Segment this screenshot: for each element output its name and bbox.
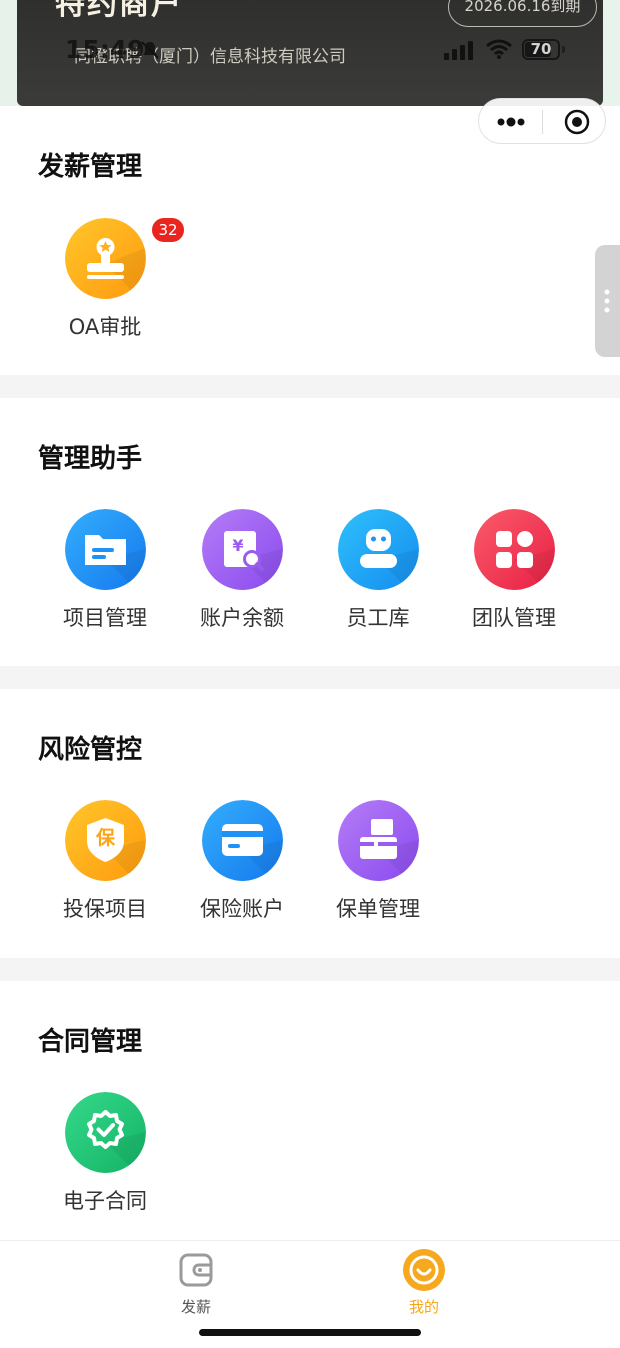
section-assistant: 管理助手 项目管理 ¥ 账户余额 员工库 团队管理 bbox=[0, 398, 620, 666]
svg-text:¥: ¥ bbox=[232, 536, 243, 555]
capsule-divider bbox=[542, 110, 543, 134]
section-contract: 合同管理 电子合同 bbox=[0, 981, 620, 1240]
tile-label: OA审批 bbox=[68, 315, 142, 339]
tile-label: 账户余额 bbox=[200, 606, 284, 630]
tile-label: 投保项目 bbox=[63, 897, 147, 921]
tab-label: 发薪 bbox=[180, 1298, 211, 1316]
policy-printer-icon bbox=[338, 800, 419, 881]
signal-icon bbox=[444, 41, 473, 60]
tile-label: 电子合同 bbox=[63, 1189, 147, 1213]
wallet-icon bbox=[179, 1253, 213, 1287]
expiry-badge[interactable]: 2026.06.16到期 bbox=[448, 0, 597, 27]
balance-search-icon: ¥ bbox=[202, 509, 283, 590]
shield-icon-text: 保 bbox=[95, 827, 115, 849]
section-title-contract: 合同管理 bbox=[38, 1027, 143, 1057]
employee-icon bbox=[338, 509, 419, 590]
card-icon bbox=[202, 800, 283, 881]
merchant-title: 特约商户 bbox=[55, 0, 183, 22]
tile-label: 保险账户 bbox=[200, 897, 284, 921]
tile-label: 保单管理 bbox=[336, 897, 420, 921]
verified-badge-icon bbox=[65, 1092, 146, 1173]
vertical-dots-icon bbox=[604, 289, 610, 313]
section-title-payroll: 发薪管理 bbox=[38, 152, 143, 182]
bell-mute-icon bbox=[141, 41, 159, 59]
section-risk: 风险管控 保 投保项目 保险账户 保单管理 bbox=[0, 689, 620, 958]
tab-label: 我的 bbox=[408, 1298, 439, 1316]
close-target-icon[interactable] bbox=[564, 109, 590, 135]
stamp-icon bbox=[65, 218, 146, 299]
bottom-tabbar: 发薪 我的 bbox=[0, 1240, 620, 1348]
battery-indicator: 70 bbox=[522, 39, 560, 60]
tile-label: 团队管理 bbox=[472, 606, 556, 630]
home-indicator bbox=[199, 1329, 421, 1336]
section-payroll: 发薪管理 32 OA审批 bbox=[0, 106, 620, 375]
wifi-icon bbox=[486, 39, 512, 59]
tile-label: 项目管理 bbox=[63, 606, 147, 630]
battery-cap bbox=[562, 46, 565, 53]
status-time: 15:49 bbox=[65, 35, 145, 64]
more-icon[interactable] bbox=[495, 114, 527, 130]
smile-icon bbox=[403, 1249, 445, 1291]
shield-icon: 保 bbox=[65, 800, 146, 881]
tile-label: 员工库 bbox=[346, 606, 410, 630]
side-drawer-handle[interactable] bbox=[595, 245, 620, 357]
miniprogram-capsule bbox=[478, 98, 606, 144]
section-title-assistant: 管理助手 bbox=[38, 444, 143, 474]
notification-badge: 32 bbox=[150, 216, 186, 244]
folder-icon bbox=[65, 509, 146, 590]
team-grid-icon bbox=[474, 509, 555, 590]
battery-level: 70 bbox=[530, 40, 552, 58]
section-title-risk: 风险管控 bbox=[38, 735, 143, 765]
